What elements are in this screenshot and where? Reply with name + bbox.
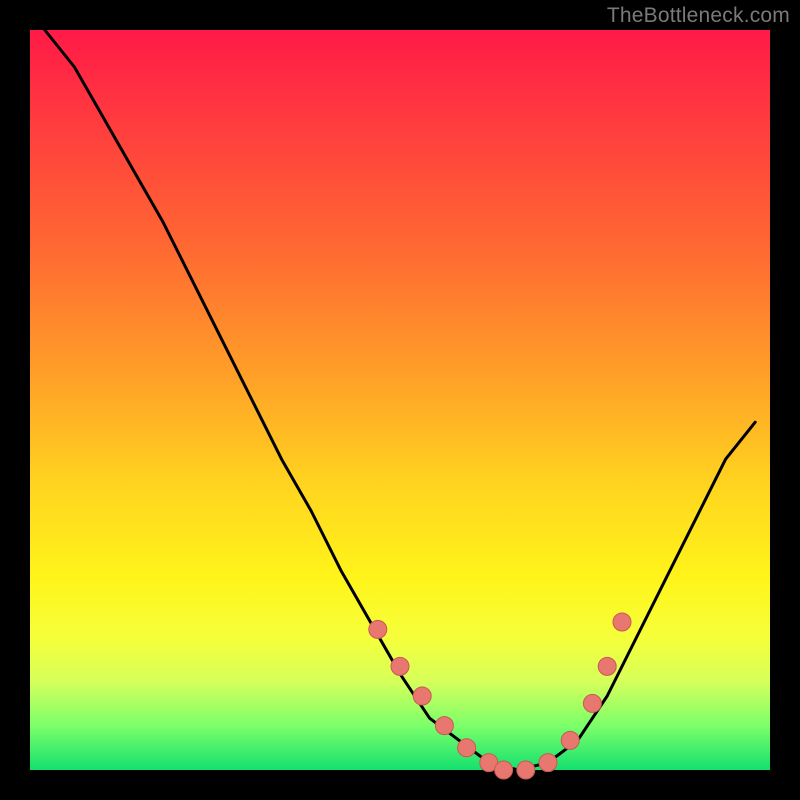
curve-marker: [413, 687, 431, 705]
curve-marker: [583, 694, 601, 712]
curve-marker: [561, 731, 579, 749]
highlighted-points: [369, 613, 631, 779]
chart-svg: [0, 0, 800, 800]
curve-marker: [458, 739, 476, 757]
curve-marker: [598, 657, 616, 675]
chart-frame: TheBottleneck.com: [0, 0, 800, 800]
curve-marker: [391, 657, 409, 675]
curve-marker: [517, 761, 535, 779]
curve-marker: [369, 620, 387, 638]
curve-marker: [613, 613, 631, 631]
curve-marker: [435, 717, 453, 735]
curve-marker: [539, 754, 557, 772]
curve-marker: [495, 761, 513, 779]
